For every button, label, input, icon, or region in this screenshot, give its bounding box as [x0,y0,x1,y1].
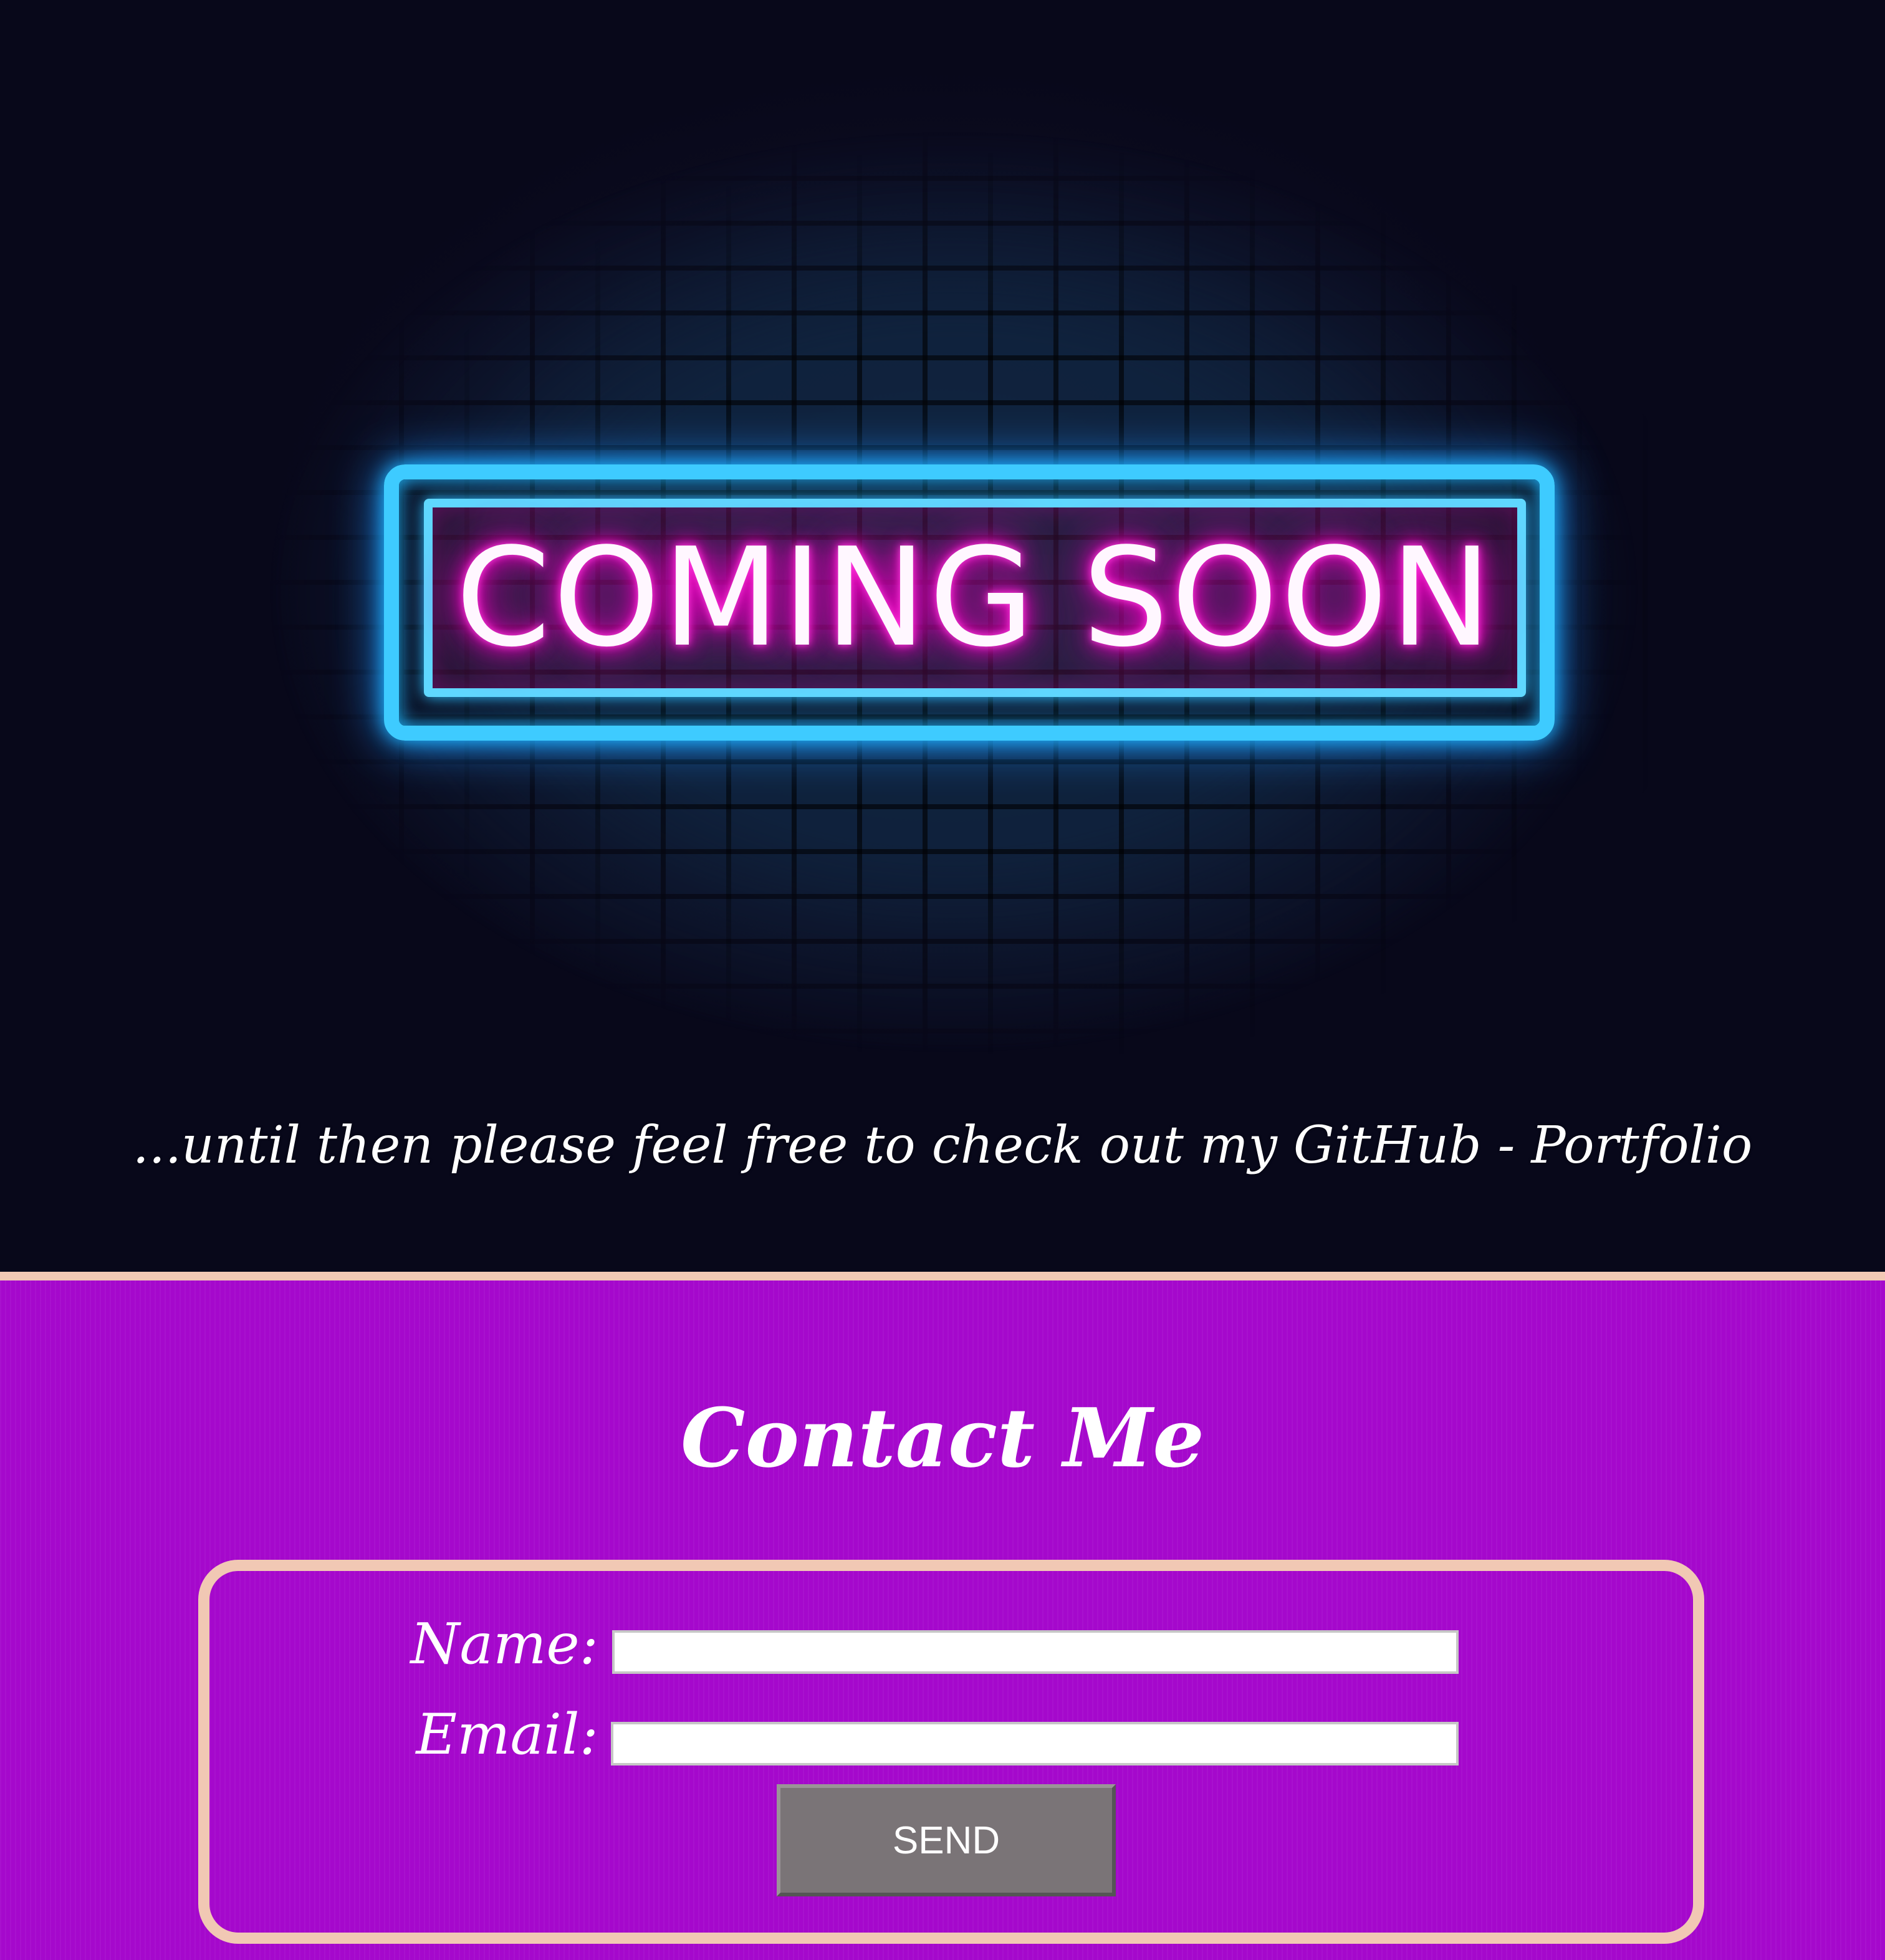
email-input[interactable] [611,1722,1459,1765]
send-button[interactable]: SEND [777,1784,1116,1896]
tagline-text: ...until then please feel free to check … [132,1116,1753,1175]
hero-section: COMING SOON [0,0,1885,1272]
name-label: Name: [410,1612,598,1677]
contact-title: Contact Me [680,1390,1205,1486]
name-input[interactable] [612,1630,1459,1674]
neon-sign-text: COMING SOON [455,519,1495,677]
email-label: Email: [416,1702,598,1767]
